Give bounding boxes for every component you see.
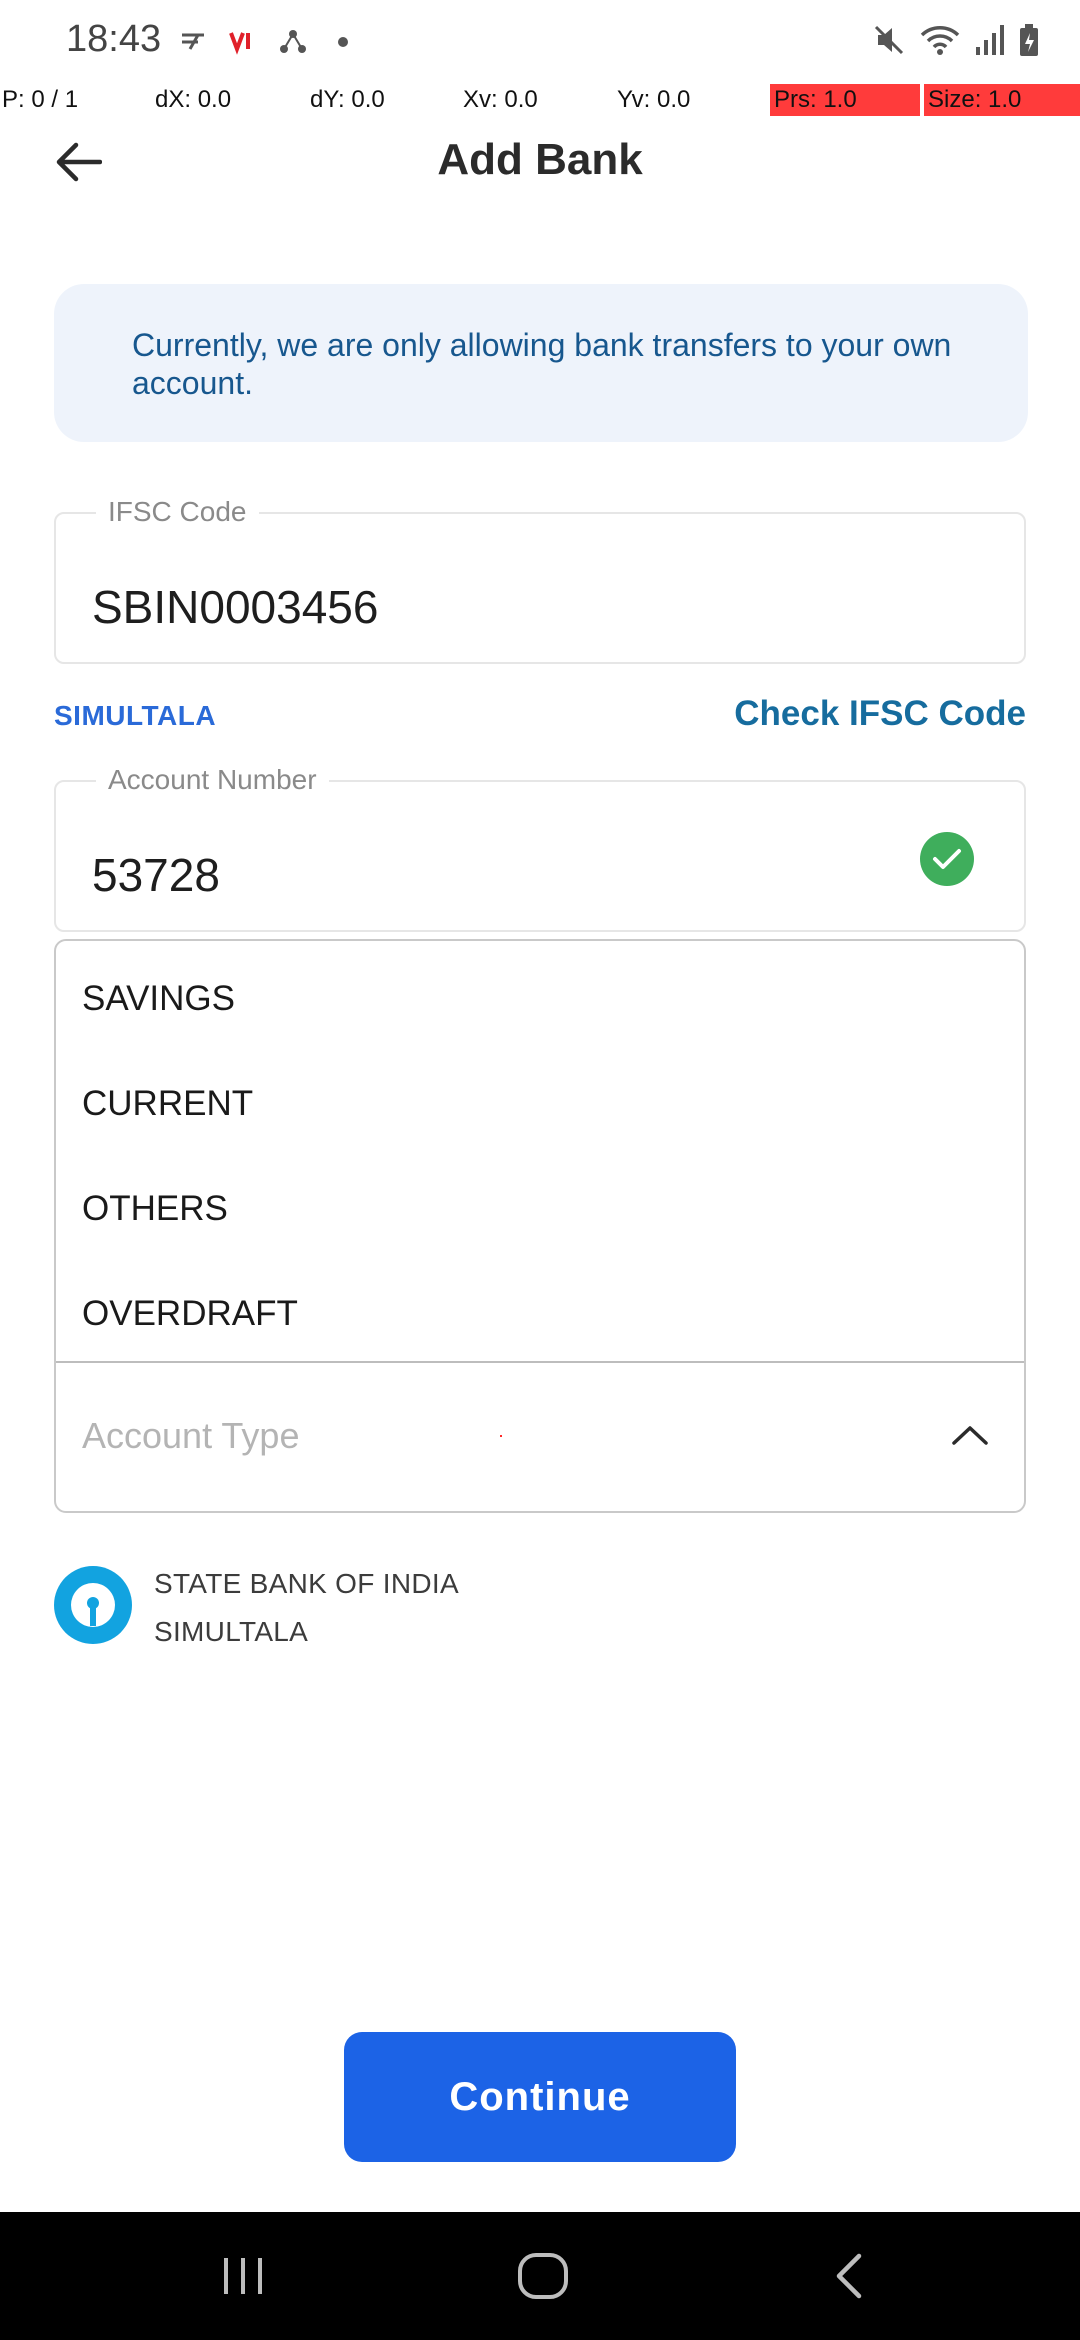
sbi-logo-icon xyxy=(54,1566,132,1644)
data-saver-icon xyxy=(178,24,208,60)
bank-name: STATE BANK OF INDIA xyxy=(154,1568,459,1599)
status-time: 18:43 xyxy=(66,18,162,60)
status-bar: 18:43 xyxy=(0,0,1080,84)
home-icon[interactable] xyxy=(508,2246,578,2306)
chevron-up-icon[interactable] xyxy=(946,1411,994,1459)
battery-icon xyxy=(1018,23,1040,62)
bank-branch: SIMULTALA xyxy=(154,1616,309,1647)
overlay-xv: Xv: 0.0 xyxy=(463,86,538,113)
ifsc-code-value[interactable]: SBIN0003456 xyxy=(92,580,378,634)
network-share-icon xyxy=(278,24,308,60)
overlay-pressure: Prs: 1.0 xyxy=(770,84,920,116)
check-circle-icon xyxy=(920,832,974,886)
vi-carrier-icon xyxy=(228,24,258,60)
account-number-value[interactable]: 53728 xyxy=(92,848,220,902)
account-type-placeholder[interactable]: Account Type xyxy=(82,1415,299,1457)
info-banner: Currently, we are only allowing bank tra… xyxy=(54,284,1028,442)
system-navigation-bar xyxy=(0,2212,1080,2340)
ifsc-branch-name: SIMULTALA xyxy=(54,700,217,731)
overlay-dy: dY: 0.0 xyxy=(310,86,385,113)
overlay-size: Size: 1.0 xyxy=(924,84,1080,116)
page-title: Add Bank xyxy=(437,135,643,184)
overlay-pointer-count: P: 0 / 1 xyxy=(2,86,79,113)
touch-point-marker xyxy=(500,1435,502,1437)
info-message: Currently, we are only allowing bank tra… xyxy=(132,327,952,401)
account-type-option[interactable]: CURRENT xyxy=(82,1084,253,1124)
account-type-dropdown[interactable]: SAVINGS CURRENT OTHERS OVERDRAFT Account… xyxy=(54,939,1026,1513)
ifsc-code-label: IFSC Code xyxy=(96,496,259,528)
account-type-option[interactable]: OVERDRAFT xyxy=(82,1294,298,1334)
pointer-location-overlay: P: 0 / 1 dX: 0.0 dY: 0.0 Xv: 0.0 Yv: 0.0… xyxy=(0,84,1080,116)
overlay-dx: dX: 0.0 xyxy=(155,86,232,113)
account-type-option[interactable]: OTHERS xyxy=(82,1189,228,1229)
dropdown-divider xyxy=(56,1361,1024,1363)
overlay-yv: Yv: 0.0 xyxy=(617,86,691,113)
check-ifsc-code-link[interactable]: Check IFSC Code xyxy=(734,694,1026,734)
continue-button[interactable]: Continue xyxy=(344,2032,736,2162)
back-nav-icon[interactable] xyxy=(814,2246,884,2306)
account-type-option[interactable]: SAVINGS xyxy=(82,979,235,1019)
recent-apps-icon[interactable] xyxy=(208,2246,278,2306)
account-number-field[interactable]: Account Number 53728 xyxy=(54,764,1026,932)
account-number-label: Account Number xyxy=(96,764,329,796)
ifsc-code-field[interactable]: IFSC Code SBIN0003456 xyxy=(54,496,1026,664)
signal-icon xyxy=(974,23,1004,62)
wifi-icon xyxy=(920,23,960,62)
mute-icon xyxy=(872,23,906,62)
dot-icon xyxy=(336,24,350,60)
